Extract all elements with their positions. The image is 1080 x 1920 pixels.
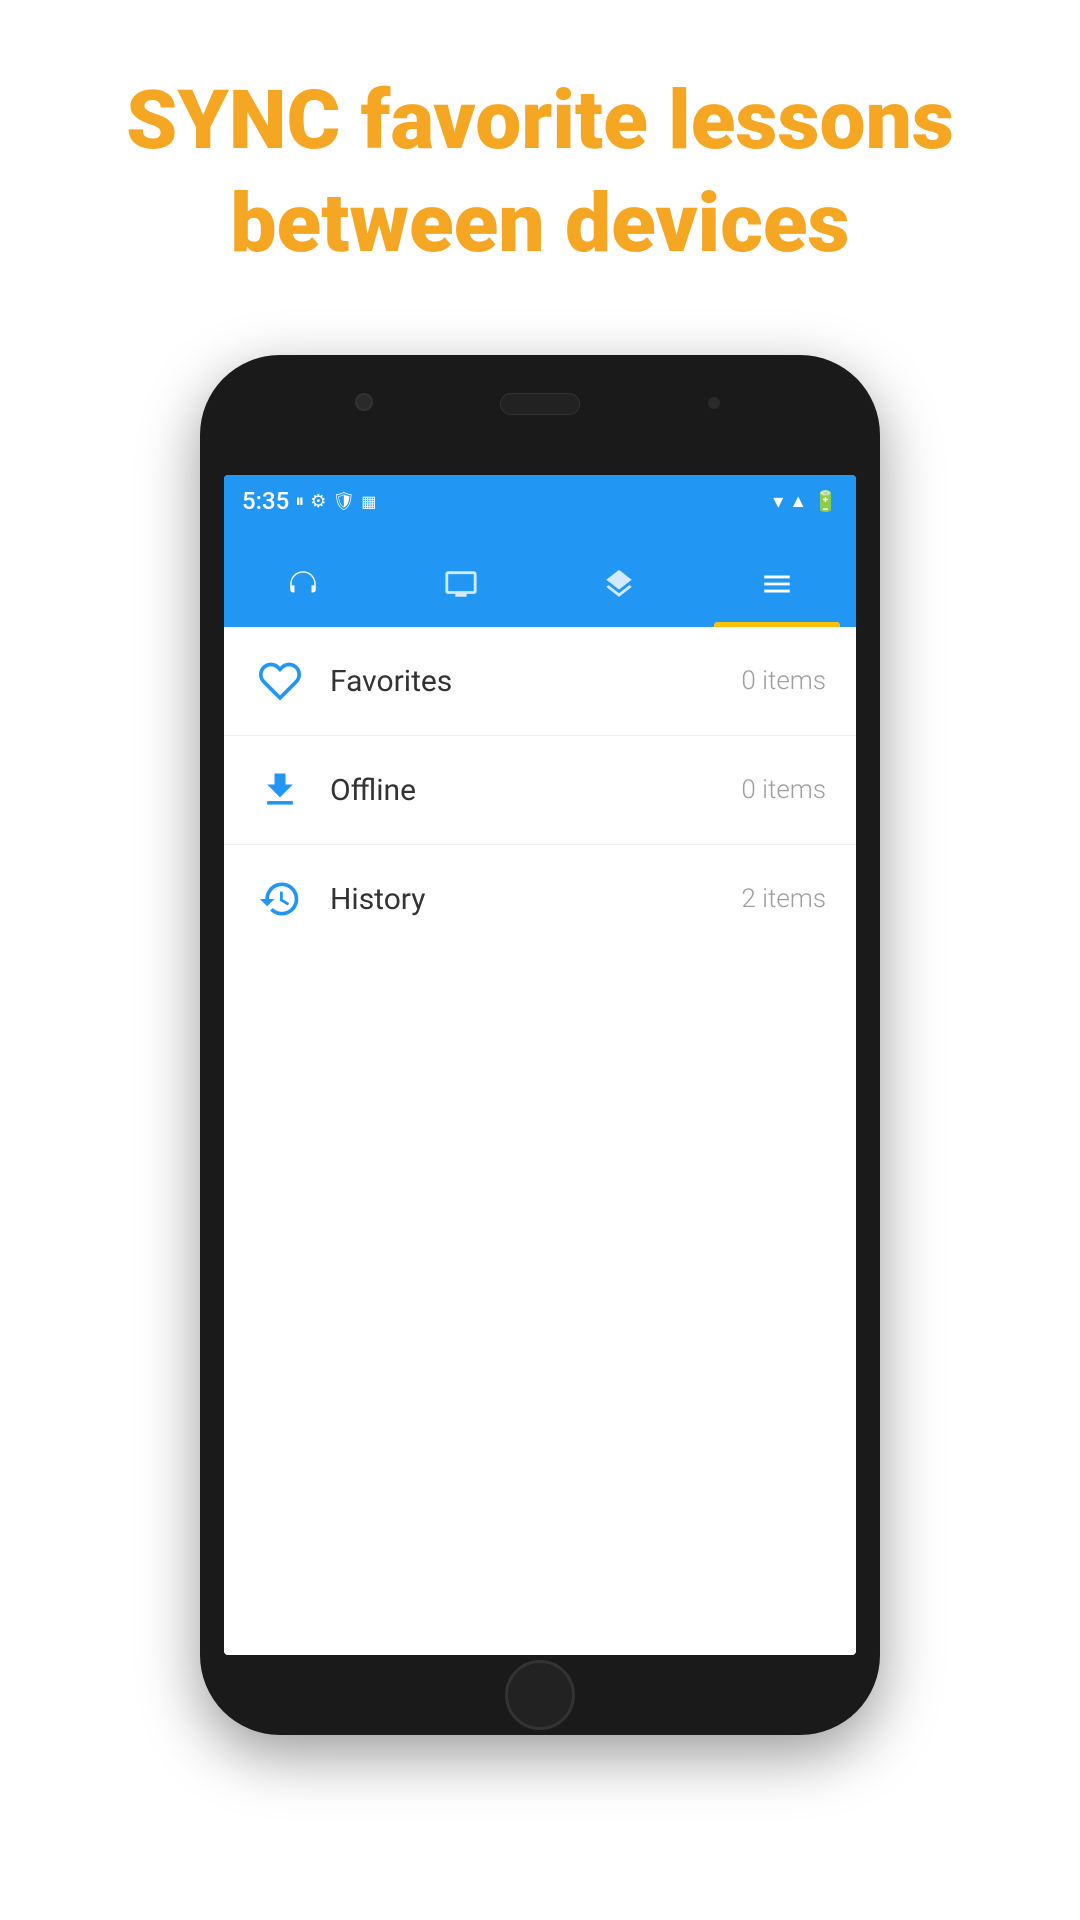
offline-label: Offline <box>330 773 741 808</box>
favorites-count: 0 items <box>741 666 826 696</box>
list-item-offline[interactable]: Offline 0 items <box>224 736 856 845</box>
signal-icon: ▲ <box>789 491 807 512</box>
phone-camera <box>355 393 373 411</box>
pause-icon: ⏸ <box>295 491 304 512</box>
phone-screen: 5:35 ⏸ ⚙ 🛡 ▦ ▾ ▲ 🔋 <box>224 475 856 1655</box>
phone-bezel-top <box>200 355 880 475</box>
headphones-icon <box>286 567 320 607</box>
settings-icon: ⚙ <box>310 491 326 512</box>
tab-video[interactable] <box>382 547 540 627</box>
history-icon <box>258 877 302 921</box>
status-bar: 5:35 ⏸ ⚙ 🛡 ▦ ▾ ▲ 🔋 <box>224 475 856 527</box>
layers-icon <box>602 567 636 607</box>
page-header: SYNC favorite lessons between devices <box>0 0 1080 325</box>
sim-icon: ▦ <box>361 492 376 511</box>
content-area: Favorites 0 items Offline 0 items <box>224 627 856 1655</box>
offline-icon-wrapper <box>254 764 306 816</box>
favorites-icon-wrapper <box>254 655 306 707</box>
tv-icon <box>444 567 478 607</box>
history-icon-wrapper <box>254 873 306 925</box>
header-text: SYNC favorite lessons between devices <box>80 70 1000 275</box>
list-item-favorites[interactable]: Favorites 0 items <box>224 627 856 736</box>
heart-icon <box>258 659 302 703</box>
menu-icon <box>760 567 794 607</box>
status-time: 5:35 <box>242 487 289 515</box>
status-bar-right: ▾ ▲ 🔋 <box>773 489 838 513</box>
battery-icon: 🔋 <box>813 489 838 513</box>
shield-icon: 🛡 <box>332 491 355 512</box>
wifi-icon: ▾ <box>773 489 783 513</box>
phone-front-sensor <box>708 397 720 409</box>
tab-lessons[interactable] <box>540 547 698 627</box>
phone-home-button[interactable] <box>505 1660 575 1730</box>
phone-bezel-bottom <box>200 1655 880 1735</box>
offline-count: 0 items <box>741 775 826 805</box>
app-toolbar <box>224 527 856 627</box>
favorites-label: Favorites <box>330 664 741 699</box>
tab-list[interactable] <box>698 547 856 627</box>
phone-frame: 5:35 ⏸ ⚙ 🛡 ▦ ▾ ▲ 🔋 <box>200 355 880 1735</box>
history-count: 2 items <box>741 884 826 914</box>
history-label: History <box>330 882 741 917</box>
list-item-history[interactable]: History 2 items <box>224 845 856 953</box>
download-icon <box>258 768 302 812</box>
status-bar-left: 5:35 ⏸ ⚙ 🛡 ▦ <box>242 487 376 515</box>
phone-speaker <box>500 393 580 415</box>
tab-audio[interactable] <box>224 547 382 627</box>
